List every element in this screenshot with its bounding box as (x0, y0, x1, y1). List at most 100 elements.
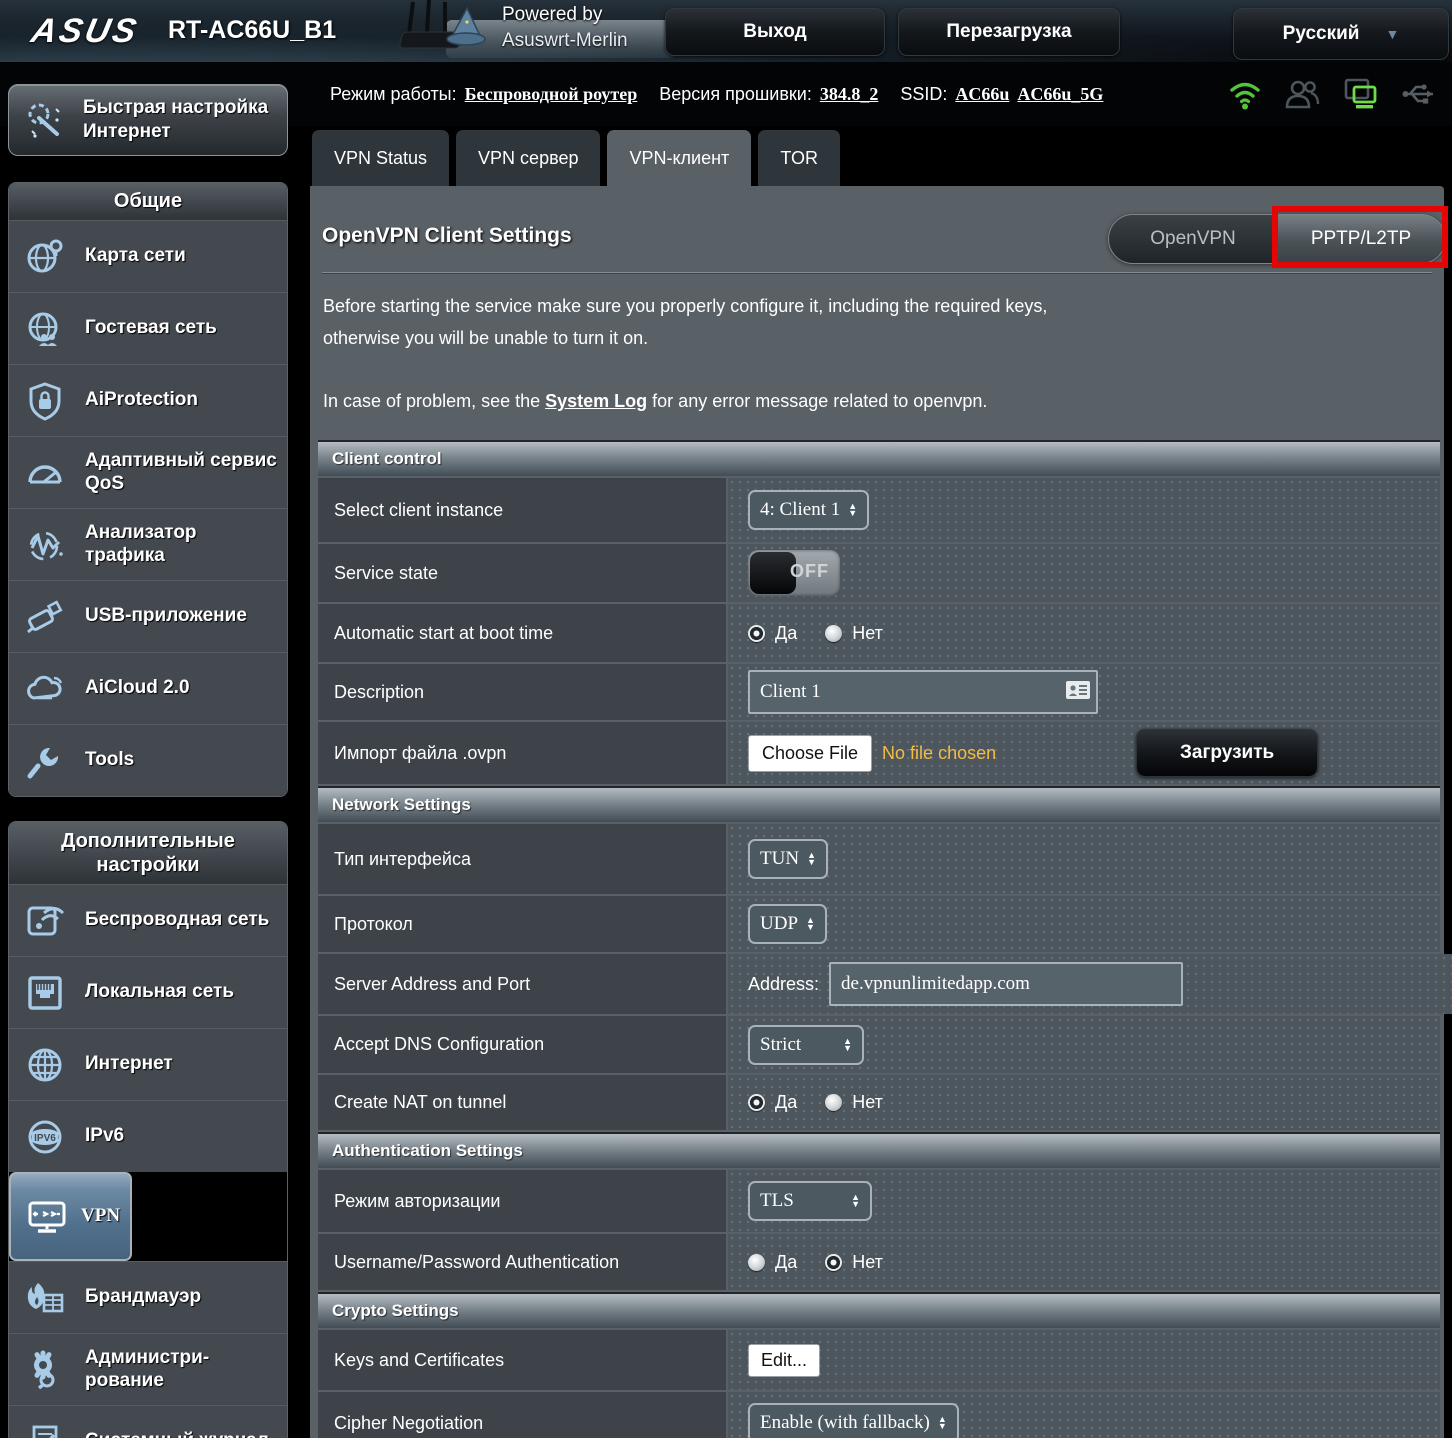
auto-start-yes-radio[interactable] (748, 624, 765, 642)
select-arrows-icon: ▲ ▼ (848, 501, 858, 518)
sidebar-item-ipv6[interactable]: IPV6 IPv6 (9, 1100, 287, 1172)
language-label: Русский (1282, 23, 1360, 44)
nat-no-radio[interactable] (825, 1094, 843, 1111)
section-crypto: Crypto Settings (318, 1292, 1440, 1328)
sidebar-item-label: Tools (85, 749, 135, 771)
sidebar-item-wireless[interactable]: Беспроводная сеть (9, 884, 287, 956)
userpass-yes-radio[interactable] (748, 1253, 765, 1271)
firmware-label: Версия прошивки: (659, 83, 812, 104)
sidebar-item-usb-app[interactable]: USB-приложение (9, 580, 287, 652)
upload-button[interactable]: Загрузить (1136, 729, 1319, 777)
sidebar-item-system-log[interactable]: Системный журнал (9, 1405, 287, 1438)
chevron-down-icon: ▼ (1385, 26, 1400, 42)
userpass-no-radio[interactable] (825, 1253, 843, 1271)
section-client-control: Client control (318, 440, 1440, 476)
sidebar-group-title: Дополнительные настройки (9, 822, 287, 884)
sidebar-item-administration[interactable]: Администри­рование (9, 1333, 287, 1405)
reboot-button[interactable]: Перезагрузка (898, 8, 1120, 56)
service-state-toggle[interactable]: OFF (748, 550, 840, 596)
gauge-icon (19, 452, 71, 494)
language-select[interactable]: Русский ▼ (1233, 8, 1449, 60)
protocol-select[interactable]: UDP ▲ ▼ (748, 904, 827, 944)
sidebar-item-label: Карта сети (85, 245, 186, 267)
wifi-status-icon[interactable] (1228, 78, 1262, 110)
sidebar-item-label: Системный журнал (85, 1430, 269, 1438)
dns-config-select[interactable]: Strict ▲ ▼ (748, 1024, 864, 1065)
sidebar-item-label: Администри­рование (85, 1346, 210, 1391)
sidebar-item-wan[interactable]: Интернет (9, 1028, 287, 1100)
sidebar-item-aicloud[interactable]: AiCloud 2.0 (9, 652, 287, 724)
network-monitor-icon[interactable] (1342, 78, 1378, 110)
sidebar-item-lan[interactable]: Локальная сеть (9, 956, 287, 1028)
client-instance-select[interactable]: 4: Client 1 ▲ ▼ (748, 490, 870, 530)
cipher-negotiation-select[interactable]: Enable (with fallback) ▲ ▼ (748, 1403, 959, 1438)
svg-text:IPV6: IPV6 (34, 1132, 56, 1143)
sidebar-item-label: AiProtection (85, 389, 198, 411)
sidebar-item-network-map[interactable]: Карта сети (9, 220, 287, 292)
sidebar-item-traffic-analyzer[interactable]: Анализатор трафика (9, 508, 287, 580)
edit-keys-button[interactable]: Edit... (748, 1343, 821, 1377)
sidebar-item-firewall[interactable]: Брандмауэр (9, 1261, 287, 1333)
sidebar-item-label: Беспроводная сеть (85, 909, 270, 931)
sidebar-item-guest-network[interactable]: Гостевая сеть (9, 292, 287, 364)
sidebar-item-aiprotection[interactable]: AiProtection (9, 364, 287, 436)
powered-by-line2: Asuswrt-Merlin (502, 30, 628, 51)
ssid-label: SSID: (900, 83, 948, 104)
sidebar-item-label: Анализатор трафика (85, 521, 197, 566)
row-import-ovpn: Импорт файла .ovpn Choose File No file c… (318, 722, 1440, 784)
logout-button[interactable]: Выход (665, 8, 885, 56)
syslog-hint-text: In case of problem, see the System Log f… (323, 391, 988, 411)
sidebar-group-title: Общие (9, 183, 287, 220)
server-address-input[interactable] (829, 962, 1184, 1006)
lan-port-icon (19, 972, 71, 1014)
firewall-icon (19, 1277, 71, 1319)
tab-vpn-client[interactable]: VPN-клиент (607, 130, 752, 186)
wrench-icon (19, 740, 71, 782)
quick-setup-label: Быстрая настройка Интернет (83, 97, 269, 142)
ssid-1-link[interactable]: AC66u (955, 84, 1009, 105)
tab-vpn-server[interactable]: VPN сервер (456, 130, 601, 186)
select-arrows-icon: ▲ ▼ (807, 850, 816, 867)
sidebar-item-qos[interactable]: Адаптивный сервис QoS (9, 436, 287, 508)
internet-globe-icon (19, 1044, 71, 1086)
row-accept-dns: Accept DNS Configuration Strict ▲ ▼ (318, 1016, 1440, 1073)
ssid-2-link[interactable]: AC66u_5G (1017, 84, 1103, 105)
system-log-link[interactable]: System Log (545, 391, 647, 411)
row-cipher-negotiation: Cipher Negotiation Enable (with fallback… (318, 1392, 1440, 1438)
tab-tor[interactable]: TOR (758, 130, 840, 186)
clients-icon[interactable] (1284, 79, 1320, 109)
firmware-value-link[interactable]: 384.8_2 (820, 84, 879, 105)
sidebar-item-vpn[interactable]: VPN (9, 1172, 133, 1261)
auto-start-no-radio[interactable] (825, 624, 843, 642)
sidebar-item-label: Гостевая сеть (85, 317, 217, 339)
choose-file-button[interactable]: Choose File (748, 734, 873, 772)
sidebar-item-quick-setup[interactable]: Быстрая настройка Интернет (8, 84, 288, 156)
usb-status-icon[interactable] (1400, 81, 1438, 107)
admin-gear-icon (19, 1349, 71, 1391)
nat-yes-radio[interactable] (748, 1094, 765, 1111)
router-model: RT-AC66U_B1 (168, 16, 337, 44)
auth-mode-select[interactable]: TLS ▲ ▼ (748, 1181, 872, 1221)
mode-value-link[interactable]: Беспроводной роутер (465, 84, 638, 105)
row-userpass-auth: Username/Password Authentication Да Нет (318, 1234, 1440, 1290)
section-authentication: Authentication Settings (318, 1132, 1440, 1168)
sidebar-item-tools[interactable]: Tools (9, 724, 287, 796)
openvpn-switch-button[interactable]: OpenVPN (1109, 215, 1277, 263)
settings-table: Client control Select client instance 4:… (318, 440, 1452, 1438)
row-auth-mode: Режим авторизации TLS ▲ ▼ (318, 1170, 1440, 1232)
sidebar-item-label: USB-приложение (85, 605, 247, 627)
tab-vpn-status[interactable]: VPN Status (312, 130, 450, 186)
powered-by-line1: Powered by (502, 4, 603, 25)
merlin-router-icon (399, 0, 486, 49)
row-service-state: Service state OFF (318, 544, 1440, 602)
sidebar-group-general: Общие Карта сети Гостевая сеть AiProtect… (8, 182, 288, 797)
row-description: Description (318, 664, 1440, 720)
asus-logo: ASUS (28, 12, 143, 50)
interface-type-select[interactable]: TUN ▲ ▼ (748, 839, 828, 879)
file-status-text: No file chosen (882, 742, 997, 763)
address-book-icon[interactable] (1066, 680, 1090, 704)
description-input[interactable] (748, 670, 1098, 714)
quick-setup-icon (19, 98, 71, 142)
pptp-l2tp-switch-button[interactable]: PPTP/L2TP (1277, 215, 1445, 263)
sidebar-item-label: Адаптивный сервис QoS (85, 449, 277, 494)
